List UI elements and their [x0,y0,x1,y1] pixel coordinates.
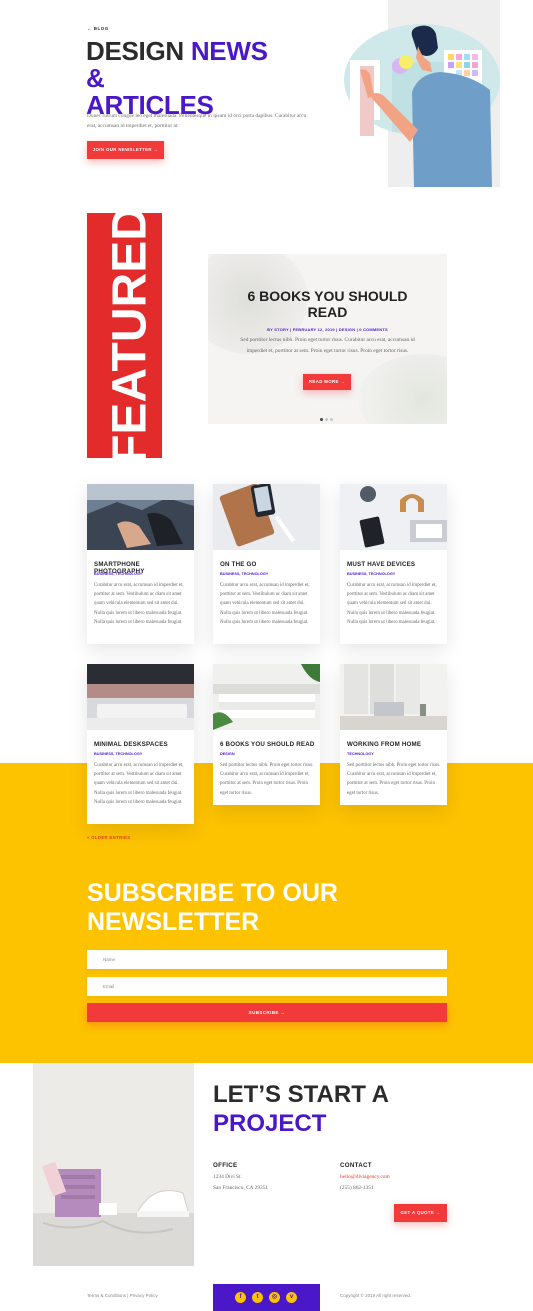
twitter-icon[interactable]: t [252,1292,263,1303]
breadcrumb[interactable]: ← BLOG [87,26,109,31]
post-card[interactable]: ON THE GO BUSINESS, TECHNOLOGY Curabitur… [213,484,320,644]
copyright: Copyright © 2019 All right reserved. [340,1293,412,1298]
page-title: DESIGN NEWS & ARTICLES [86,38,286,119]
hero-illustration [340,0,500,187]
featured-title[interactable]: 6 BOOKS YOU SHOULD READ [238,288,417,320]
post-excerpt: Curabitur arcu erat, accumsan id imperdi… [94,763,184,805]
footer-links[interactable]: Terms & Conditions | Privacy Policy [87,1293,158,1298]
post-card[interactable]: SMARTPHONE PHOTOGRAPHY BUSINESS, TECHNOL… [87,484,194,644]
featured-label: FEATURED [103,213,157,458]
slider-dot[interactable] [325,418,328,421]
subscribe-title-line2: NEWSLETTER [87,908,260,936]
email-field[interactable]: Email [87,977,447,996]
post-category[interactable]: BUSINESS, TECHNOLOGY [94,572,189,576]
hero-description: Donec rutrum congue leo eget malesuada. … [87,113,307,129]
post-card[interactable]: MINIMAL DESKSPACES BUSINESS, TECHNOLOGY … [87,664,194,824]
slider-dots [320,408,335,424]
slider-dot[interactable] [320,418,323,421]
post-category[interactable]: TECHNOLOGY [347,752,442,756]
post-excerpt: Sed porttitor lectus nibh. Proin eget to… [220,763,314,796]
contact-title: LET’S START A PROJECT [213,1080,463,1138]
office-address: 1234 Divi St. San Francisco, CA 29351 [213,1172,268,1194]
contact-title-accent: PROJECT [213,1110,327,1137]
post-card[interactable]: WORKING FROM HOME TECHNOLOGY Sed porttit… [340,664,447,805]
post-excerpt: Sed porttitor lectus nibh. Proin eget to… [347,763,441,796]
title-part1: DESIGN [86,36,191,66]
read-more-button[interactable]: READ MORE → [303,374,351,390]
older-entries-link[interactable]: « OLDER ENTRIES [87,835,130,840]
post-thumbnail[interactable] [87,664,194,730]
background-blur [358,354,447,424]
email-link[interactable]: hello@diviagency.com [340,1172,390,1183]
post-thumbnail[interactable] [340,664,447,730]
get-a-quote-button[interactable]: GET A QUOTE → [394,1204,447,1222]
featured-meta: BY STORY | FEBRUARY 12, 2019 | DESIGN | … [267,327,388,332]
join-newsletter-button[interactable]: JOIN OUR NEWSLETTER → [87,141,164,159]
vimeo-icon[interactable]: v [286,1292,297,1303]
office-line2: San Francisco, CA 29351 [213,1185,269,1191]
post-title[interactable]: MINIMAL DESKSPACES [94,741,189,748]
post-category[interactable]: BUSINESS, TECHNOLOGY [94,752,189,756]
post-card[interactable]: MUST HAVE DEVICES BUSINESS, TECHNOLOGY C… [340,484,447,644]
subscribe-title: SUBSCRIBE TO OUR NEWSLETTER [87,879,387,937]
contact-title-line1: LET’S START A [213,1081,389,1108]
subscribe-button[interactable]: SUBSCRIBE → [87,1003,447,1022]
post-title[interactable]: WORKING FROM HOME [347,741,442,748]
post-category[interactable]: DESIGN [220,752,315,756]
post-category[interactable]: BUSINESS, TECHNOLOGY [347,572,442,576]
name-field[interactable]: Name [87,950,447,969]
post-title[interactable]: MUST HAVE DEVICES [347,561,442,568]
post-excerpt: Curabitur arcu erat, accumsan id imperdi… [347,583,437,625]
phone-number: (255) 862-1351 [340,1185,374,1191]
slider-dot[interactable] [330,418,333,421]
post-thumbnail[interactable] [87,484,194,550]
facebook-icon[interactable]: f [235,1292,246,1303]
featured-excerpt: Sed porttitor lectus nibh. Proin eget to… [240,337,415,354]
post-category[interactable]: BUSINESS, TECHNOLOGY [220,572,315,576]
post-thumbnail[interactable] [213,664,320,730]
post-card[interactable]: 6 BOOKS YOU SHOULD READ DESIGN Sed portt… [213,664,320,805]
contact-label: CONTACT [340,1162,372,1169]
post-thumbnail[interactable] [340,484,447,550]
post-title[interactable]: 6 BOOKS YOU SHOULD READ [220,741,315,748]
office-line1: 1234 Divi St. [213,1174,242,1180]
subscribe-title-line1: SUBSCRIBE TO OUR [87,879,338,907]
office-label: OFFICE [213,1162,238,1169]
post-title[interactable]: ON THE GO [220,561,315,568]
post-excerpt: Curabitur arcu erat, accumsan id imperdi… [220,583,310,625]
instagram-icon[interactable]: ◎ [269,1292,280,1303]
contact-details: hello@diviagency.com (255) 862-1351 [340,1172,390,1194]
featured-slider: 6 BOOKS YOU SHOULD READ BY STORY | FEBRU… [208,254,447,424]
featured-banner: FEATURED [87,213,162,458]
post-thumbnail[interactable] [213,484,320,550]
contact-image [33,1063,194,1266]
social-links: f t ◎ v [213,1284,320,1311]
post-excerpt: Curabitur arcu erat, accumsan id imperdi… [94,583,184,625]
